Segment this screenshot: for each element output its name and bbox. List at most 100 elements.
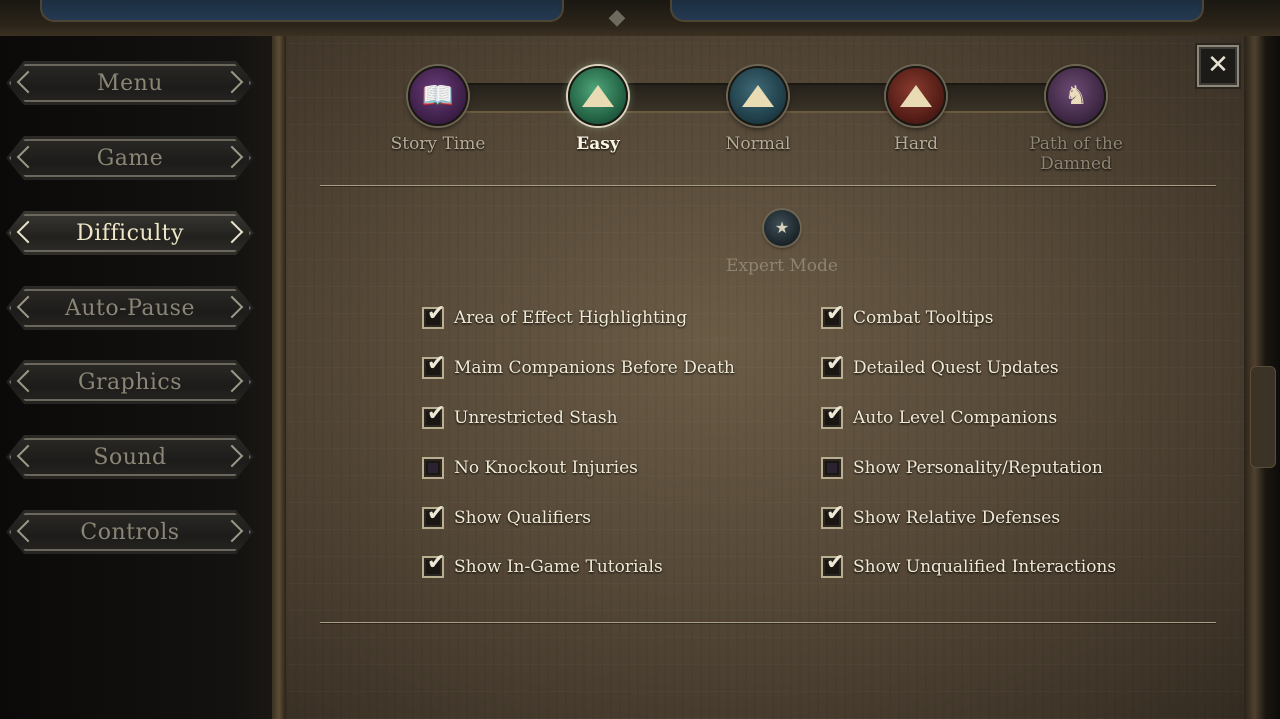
nav-label: Sound bbox=[93, 444, 167, 470]
top-plate-right bbox=[670, 0, 1204, 22]
option-area-of-effect-highlighting[interactable]: ✔ Area of Effect Highlighting bbox=[422, 302, 688, 332]
nav-graphics-button[interactable]: Graphics bbox=[6, 360, 254, 404]
checkbox[interactable]: ✔ bbox=[422, 352, 445, 379]
chevron-left-icon bbox=[16, 369, 40, 393]
option-label: Maim Companions Before Death bbox=[454, 358, 735, 378]
option-show-personality-reputation[interactable]: Show Personality/Reputation bbox=[821, 454, 1103, 482]
option-maim-companions-before-death[interactable]: ✔ Maim Companions Before Death bbox=[422, 352, 735, 382]
chevron-left-icon bbox=[16, 444, 40, 468]
difficulty-normal[interactable]: Normal bbox=[693, 66, 823, 154]
check-icon: ✔ bbox=[826, 501, 845, 526]
difficulty-label: Story Time bbox=[390, 134, 486, 154]
option-auto-level-companions[interactable]: ✔ Auto Level Companions bbox=[821, 402, 1058, 432]
nav-difficulty-button[interactable]: Difficulty bbox=[6, 211, 254, 255]
check-icon: ✔ bbox=[427, 301, 446, 326]
checkbox[interactable]: ✔ bbox=[422, 402, 445, 429]
book-glyph: 📖 bbox=[421, 81, 455, 111]
expert-glyph: ★ bbox=[774, 218, 790, 237]
nav-auto-pause-button[interactable]: Auto-Pause bbox=[6, 286, 254, 330]
nav-label: Auto-Pause bbox=[65, 295, 195, 321]
divider-bottom bbox=[320, 622, 1216, 623]
checkbox[interactable]: ✔ bbox=[821, 352, 844, 379]
damned-glyph: ♞ bbox=[1064, 81, 1088, 111]
mountain-icon bbox=[568, 66, 628, 126]
chevron-right-icon bbox=[220, 444, 244, 468]
option-unrestricted-stash[interactable]: ✔ Unrestricted Stash bbox=[422, 402, 618, 432]
option-label: Combat Tooltips bbox=[853, 308, 994, 328]
checkbox[interactable]: ✔ bbox=[422, 502, 445, 529]
difficulty-label: Normal bbox=[725, 134, 791, 154]
book-icon: 📖 bbox=[408, 66, 468, 126]
chevron-right-icon bbox=[220, 519, 244, 543]
option-label: Show In-Game Tutorials bbox=[454, 557, 663, 577]
divider-top bbox=[320, 185, 1216, 186]
option-label: Unrestricted Stash bbox=[454, 408, 618, 428]
nav-label: Difficulty bbox=[76, 220, 184, 246]
option-detailed-quest-updates[interactable]: ✔ Detailed Quest Updates bbox=[821, 352, 1059, 382]
option-label: Area of Effect Highlighting bbox=[454, 308, 688, 328]
chevron-left-icon bbox=[16, 220, 40, 244]
chevron-right-icon bbox=[220, 369, 244, 393]
option-combat-tooltips[interactable]: ✔ Combat Tooltips bbox=[821, 302, 994, 332]
nav-sound-button[interactable]: Sound bbox=[6, 435, 254, 479]
nav-label: Menu bbox=[97, 70, 163, 96]
checkbox[interactable]: ✔ bbox=[821, 551, 844, 578]
mountain-icon bbox=[886, 66, 946, 126]
option-show-in-game-tutorials[interactable]: ✔ Show In-Game Tutorials bbox=[422, 551, 663, 581]
expert-mode-label: Expert Mode bbox=[726, 256, 838, 276]
chevron-right-icon bbox=[220, 70, 244, 94]
nav-label: Game bbox=[96, 145, 164, 171]
difficulty-path-of-the-damned[interactable]: ♞ Path of the Damned bbox=[1011, 66, 1141, 174]
top-decorative-bar: ◆ bbox=[0, 0, 1280, 38]
mountain-icon bbox=[728, 66, 788, 126]
top-plate-left bbox=[40, 0, 564, 22]
check-icon: ✔ bbox=[427, 501, 446, 526]
scroll-handle[interactable] bbox=[1250, 366, 1276, 468]
checkbox[interactable]: ✔ bbox=[821, 402, 844, 429]
nav-game-button[interactable]: Game bbox=[6, 136, 254, 180]
difficulty-label: Hard bbox=[894, 134, 938, 154]
panel-frame-left bbox=[272, 36, 286, 719]
chevron-left-icon bbox=[16, 145, 40, 169]
nav-menu-button[interactable]: Menu bbox=[6, 61, 254, 105]
checkbox[interactable] bbox=[422, 457, 444, 479]
nav-label: Controls bbox=[80, 519, 180, 545]
option-show-relative-defenses[interactable]: ✔ Show Relative Defenses bbox=[821, 502, 1061, 532]
settings-sidebar: Menu Game Difficulty Auto-Pause Graphics… bbox=[0, 36, 275, 719]
option-label: Detailed Quest Updates bbox=[853, 358, 1059, 378]
check-icon: ✔ bbox=[826, 401, 845, 426]
checkbox[interactable]: ✔ bbox=[821, 502, 844, 529]
checkbox[interactable]: ✔ bbox=[422, 302, 445, 329]
chevron-right-icon bbox=[220, 295, 244, 319]
difficulty-label: Easy bbox=[576, 134, 620, 154]
difficulty-hard[interactable]: Hard bbox=[851, 66, 981, 154]
check-icon: ✔ bbox=[427, 351, 446, 376]
checkbox[interactable]: ✔ bbox=[422, 551, 445, 578]
check-icon: ✔ bbox=[826, 351, 845, 376]
chevron-left-icon bbox=[16, 519, 40, 543]
chevron-right-icon bbox=[220, 145, 244, 169]
difficulty-story-time[interactable]: 📖 Story Time bbox=[373, 66, 503, 154]
chevron-left-icon bbox=[16, 70, 40, 94]
option-label: Show Relative Defenses bbox=[853, 508, 1061, 528]
nav-controls-button[interactable]: Controls bbox=[6, 510, 254, 554]
checkbox[interactable] bbox=[821, 457, 843, 479]
option-label: Show Unqualified Interactions bbox=[853, 557, 1117, 577]
option-show-unqualified-interactions[interactable]: ✔ Show Unqualified Interactions bbox=[821, 551, 1117, 581]
option-label: Auto Level Companions bbox=[853, 408, 1058, 428]
expert-head-icon: ★ bbox=[764, 210, 800, 246]
difficulty-easy[interactable]: Easy bbox=[533, 66, 663, 154]
option-no-knockout-injuries[interactable]: No Knockout Injuries bbox=[422, 454, 638, 482]
panel-frame-right bbox=[1244, 36, 1280, 719]
check-icon: ✔ bbox=[826, 550, 845, 575]
close-icon: ✕ bbox=[1207, 50, 1229, 80]
option-show-qualifiers[interactable]: ✔ Show Qualifiers bbox=[422, 502, 591, 532]
clasp-icon: ◆ bbox=[608, 5, 626, 30]
close-button[interactable]: ✕ bbox=[1197, 45, 1239, 87]
nav-label: Graphics bbox=[77, 369, 183, 395]
difficulty-label: Path of the Damned bbox=[1029, 134, 1123, 174]
checkbox[interactable]: ✔ bbox=[821, 302, 844, 329]
check-icon: ✔ bbox=[427, 401, 446, 426]
expert-mode-toggle[interactable]: ★ Expert Mode bbox=[722, 210, 842, 276]
damned-figures-icon: ♞ bbox=[1046, 66, 1106, 126]
